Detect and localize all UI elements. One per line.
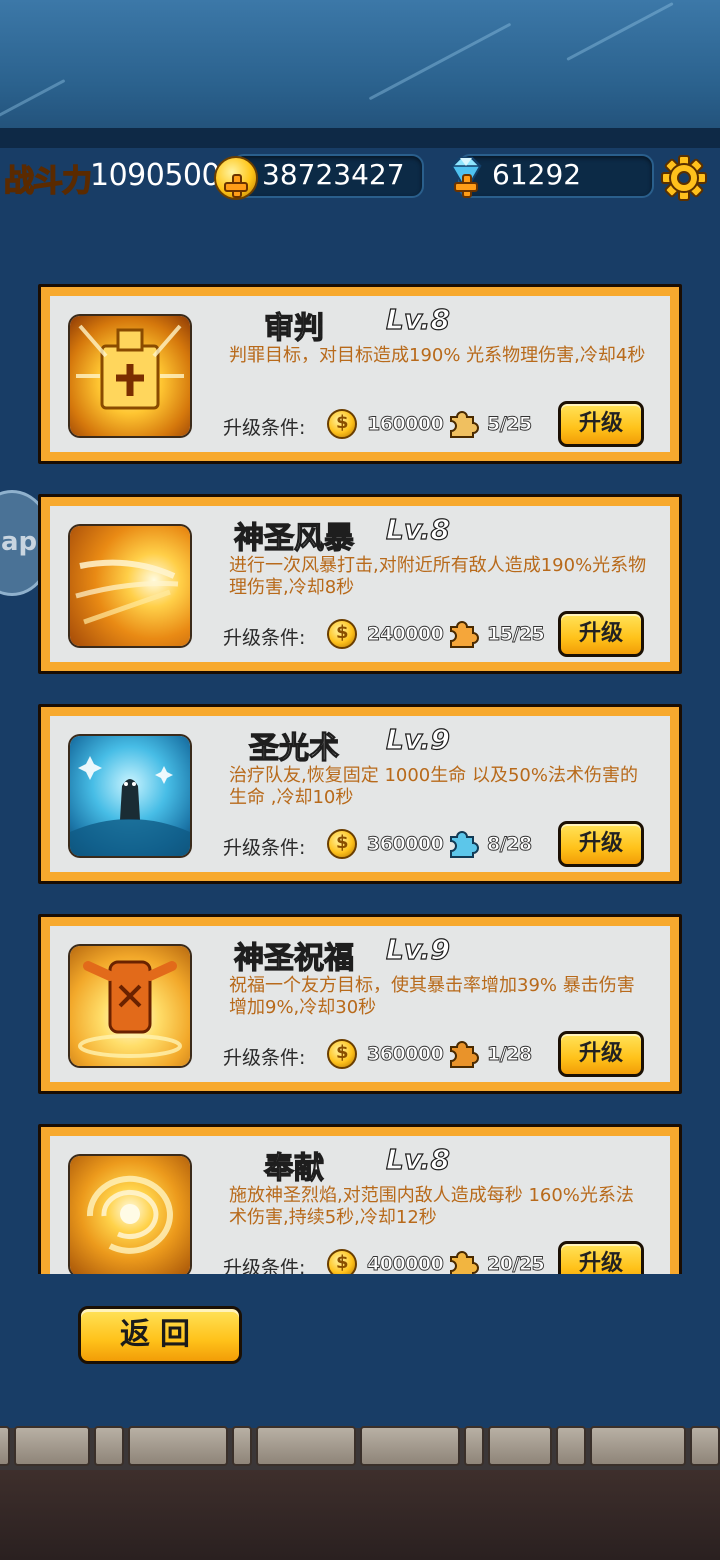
ground-stone xyxy=(14,1426,90,1466)
puzzle-fragment-icon xyxy=(450,831,479,858)
upgrade-requirement-label: 升级条件: xyxy=(223,1047,306,1069)
back-button[interactable]: 返回 xyxy=(78,1306,242,1364)
combat-power-label: 战斗力 xyxy=(3,163,93,200)
add-diamond-plus-icon[interactable] xyxy=(454,174,478,198)
judgement-skill-icon[interactable] xyxy=(70,316,190,436)
ground-stone xyxy=(690,1426,720,1466)
diamond-value: 61292 xyxy=(492,158,582,191)
skill-name: 神圣祝福 xyxy=(233,940,354,976)
upgrade-requirement-label: 升级条件: xyxy=(223,627,306,649)
ground-dirt xyxy=(0,1470,720,1560)
skill-card: 神圣祝福 Lv.9 祝福一个友方目标，使其暴击率增加39% 暴击伤害增加9%,冷… xyxy=(38,914,682,1094)
upgrade-requirement-label: 升级条件: xyxy=(223,1257,306,1274)
fragment-count: 1/28 xyxy=(487,1043,533,1066)
holy-blessing-skill-icon[interactable] xyxy=(70,946,190,1066)
skill-level: Lv.8 xyxy=(385,302,450,336)
gold-cost: 360000 xyxy=(367,833,445,856)
backdrop-streak xyxy=(566,2,674,61)
upgrade-requirement-label: 升级条件: xyxy=(223,837,306,859)
gold-value: 38723427 xyxy=(262,158,405,191)
skill-level: Lv.9 xyxy=(385,932,450,966)
gold-coin-icon xyxy=(327,409,357,439)
backdrop-edge xyxy=(0,128,720,148)
skill-level: Lv.8 xyxy=(385,1142,450,1176)
gold-coin-icon xyxy=(327,619,357,649)
combat-power-value: 1090500 xyxy=(90,158,221,193)
fragment-count: 8/28 xyxy=(487,833,533,856)
ground-stone xyxy=(488,1426,552,1466)
upgrade-button[interactable]: 升级 xyxy=(558,1031,644,1077)
upgrade-button[interactable]: 升级 xyxy=(558,401,644,447)
fragment-count: 15/25 xyxy=(487,623,546,646)
skill-description: 进行一次风暴打击,对附近所有敌人造成190%光系物理伤害,冷却8秒 xyxy=(229,555,647,598)
skill-description: 祝福一个友方目标，使其暴击率增加39% 暴击伤害增加9%,冷却30秒 xyxy=(229,975,635,1018)
add-gold-plus-icon[interactable] xyxy=(224,174,248,198)
resource-bar: 战斗力 1090500 38723427 61292 xyxy=(0,150,720,202)
fragment-count: 5/25 xyxy=(487,413,533,436)
gold-cost: 240000 xyxy=(367,623,445,646)
holy-storm-skill-icon[interactable] xyxy=(70,526,190,646)
skill-description: 治疗队友,恢复固定 1000生命 以及50%法术伤害的生命 ,冷却10秒 xyxy=(229,765,638,808)
skill-name: 奉献 xyxy=(263,1150,324,1186)
gold-cost: 360000 xyxy=(367,1043,445,1066)
skill-list[interactable]: 审判 Lv.8 判罪目标，对目标造成190% 光系物理伤害,冷却4秒 升级条件:… xyxy=(38,284,682,1274)
skill-description: 判罪目标，对目标造成190% 光系物理伤害,冷却4秒 xyxy=(229,345,646,366)
skill-name: 神圣风暴 xyxy=(233,520,354,556)
gold-coin-icon xyxy=(327,1249,357,1274)
puzzle-fragment-icon xyxy=(450,621,479,648)
upgrade-button[interactable]: 升级 xyxy=(558,1241,644,1274)
ground-stone xyxy=(128,1426,228,1466)
upgrade-requirement-label: 升级条件: xyxy=(223,417,306,439)
gold-coin-icon xyxy=(327,1039,357,1069)
gold-cost: 160000 xyxy=(367,413,445,436)
puzzle-fragment-icon xyxy=(450,1251,479,1274)
skill-level: Lv.8 xyxy=(385,512,450,546)
ground-stone xyxy=(232,1426,252,1466)
gold-coin-icon xyxy=(327,829,357,859)
backdrop-streak xyxy=(0,79,66,124)
skill-description: 施放神圣烈焰,对范围内敌人造成每秒 160%光系法术伤害,持续5秒,冷却12秒 xyxy=(229,1185,634,1228)
backdrop-streak xyxy=(368,22,512,101)
ground-stone xyxy=(0,1426,10,1466)
upgrade-button[interactable]: 升级 xyxy=(558,611,644,657)
top-backdrop xyxy=(0,0,720,140)
consecration-skill-icon[interactable] xyxy=(70,1156,190,1274)
skill-name: 圣光术 xyxy=(248,730,339,766)
skill-level: Lv.9 xyxy=(385,722,450,756)
floating-button-label: ap xyxy=(1,527,38,557)
gold-cost: 400000 xyxy=(367,1253,445,1274)
ground-stone xyxy=(464,1426,484,1466)
ground-stone xyxy=(360,1426,460,1466)
ground-stone xyxy=(256,1426,356,1466)
puzzle-fragment-icon xyxy=(450,1041,479,1068)
skill-name: 审判 xyxy=(263,310,324,346)
skill-card: 神圣风暴 Lv.8 进行一次风暴打击,对附近所有敌人造成190%光系物理伤害,冷… xyxy=(38,494,682,674)
skill-card: 奉献 Lv.8 施放神圣烈焰,对范围内敌人造成每秒 160%光系法术伤害,持续5… xyxy=(38,1124,682,1274)
skill-card: 审判 Lv.8 判罪目标，对目标造成190% 光系物理伤害,冷却4秒 升级条件:… xyxy=(38,284,682,464)
ground-stone xyxy=(94,1426,124,1466)
upgrade-button[interactable]: 升级 xyxy=(558,821,644,867)
ground-stone xyxy=(590,1426,686,1466)
puzzle-fragment-icon xyxy=(450,411,479,438)
holy-light-skill-icon[interactable] xyxy=(70,736,190,856)
ground-stone xyxy=(556,1426,586,1466)
gear-icon[interactable] xyxy=(660,154,708,202)
skill-card: 圣光术 Lv.9 治疗队友,恢复固定 1000生命 以及50%法术伤害的生命 ,… xyxy=(38,704,682,884)
fragment-count: 20/25 xyxy=(487,1253,546,1274)
